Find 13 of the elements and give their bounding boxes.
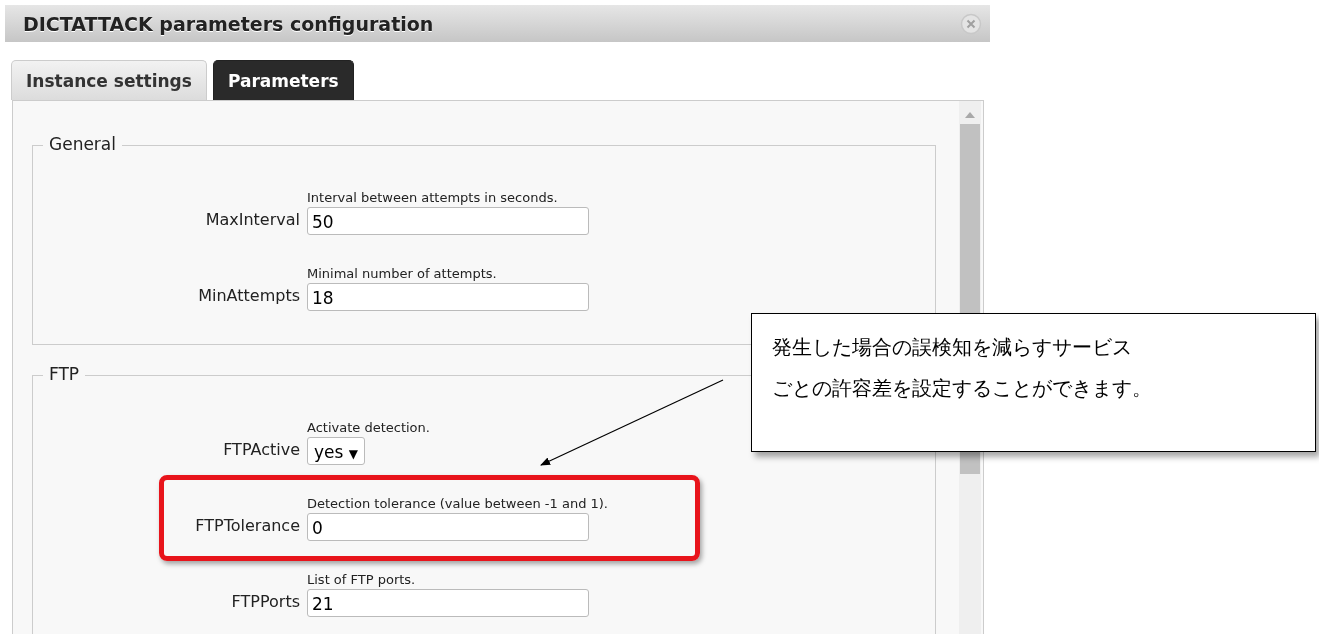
field-label: MaxInterval [204, 210, 300, 231]
field-hint: Minimal number of attempts. [307, 266, 498, 281]
field-label: FTPPorts [230, 592, 300, 613]
callout-text: ごとの許容差を設定することができます。 [772, 375, 1152, 402]
field-hint: Interval between attempts in seconds. [307, 190, 559, 205]
field-label: FTPActive [222, 440, 300, 461]
field-hint: List of FTP ports. [307, 572, 417, 587]
field-label: MinAttempts [197, 286, 300, 307]
field-label: FTPTolerance [194, 516, 300, 537]
callout-text: 発生した場合の誤検知を減らすサービス [772, 334, 1132, 361]
field-hint: Activate detection. [307, 420, 430, 435]
field-hint: Detection tolerance (value between -1 and 1). [307, 496, 608, 511]
window-title: DICTATTACK parameters configuration [23, 12, 434, 35]
